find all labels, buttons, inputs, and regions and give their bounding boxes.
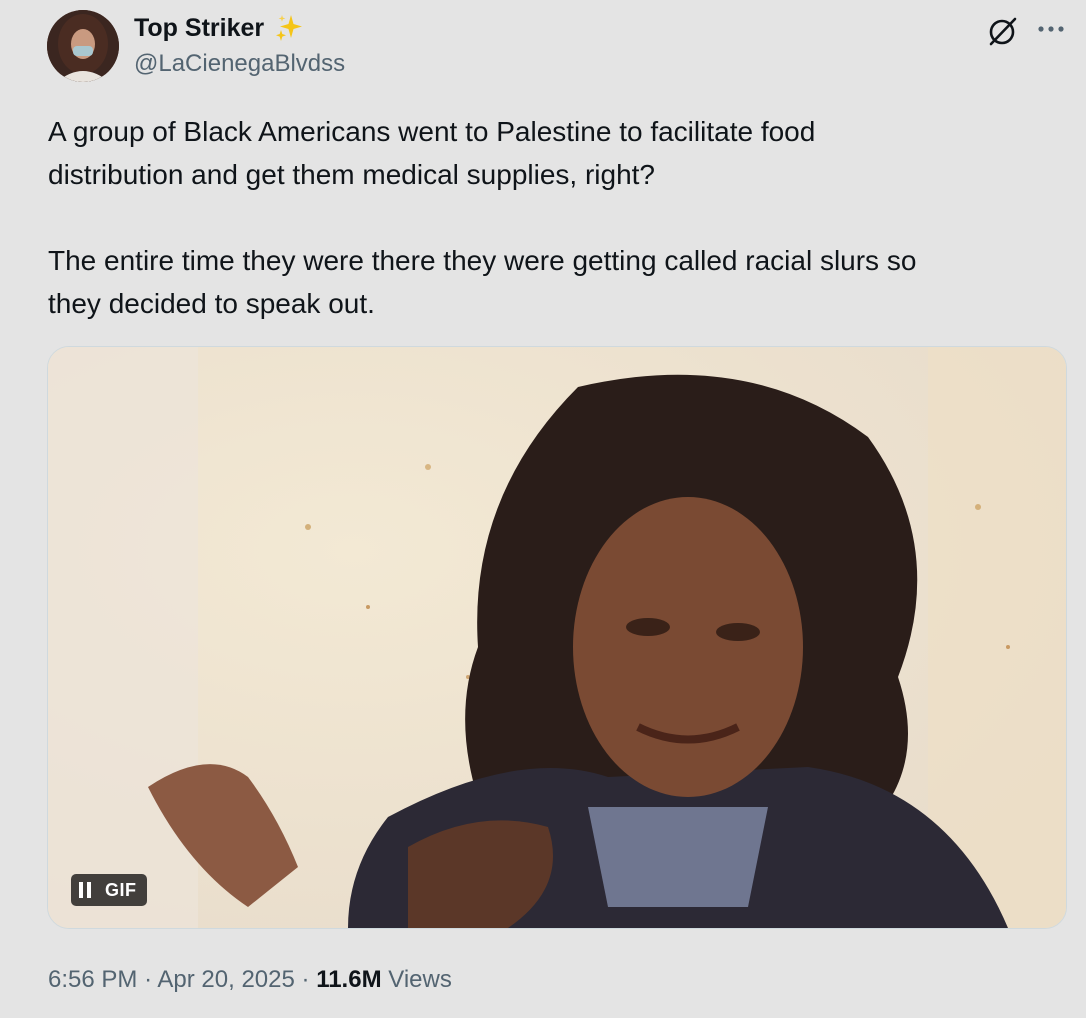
tweet-time[interactable]: 6:56 PM — [48, 966, 137, 993]
tweet-date[interactable]: Apr 20, 2025 — [157, 966, 294, 993]
tweet-detail: Top Striker @LaCienegaBlvdss A group of … — [0, 0, 1086, 1018]
tweet-paragraph-2: The entire time they were there they wer… — [48, 245, 917, 319]
tweet-meta: 6:56 PM · Apr 20, 2025 · 11.6M Views — [48, 962, 452, 998]
more-options-icon[interactable] — [1034, 16, 1068, 42]
author-avatar[interactable] — [47, 10, 119, 82]
tweet-text: A group of Black Americans went to Pales… — [48, 110, 1048, 325]
author-handle[interactable]: @LaCienegaBlvdss — [134, 50, 345, 78]
grok-icon[interactable] — [986, 14, 1020, 48]
author-display-name[interactable]: Top Striker — [134, 13, 264, 43]
sparkles-icon — [274, 13, 304, 43]
gif-media[interactable]: GIF — [47, 346, 1067, 929]
views-label: Views — [388, 966, 452, 993]
views-count: 11.6M — [316, 966, 382, 993]
author-name[interactable]: Top Striker — [134, 13, 304, 43]
gif-frame — [48, 347, 1066, 928]
avatar-image — [47, 10, 119, 82]
gif-label: GIF — [105, 879, 137, 900]
meta-separator-1: · — [144, 966, 153, 993]
meta-separator-2: · — [301, 966, 310, 993]
tweet-paragraph-1: A group of Black Americans went to Pales… — [48, 116, 816, 190]
pause-icon[interactable] — [79, 882, 91, 898]
gif-badge[interactable]: GIF — [71, 874, 147, 906]
